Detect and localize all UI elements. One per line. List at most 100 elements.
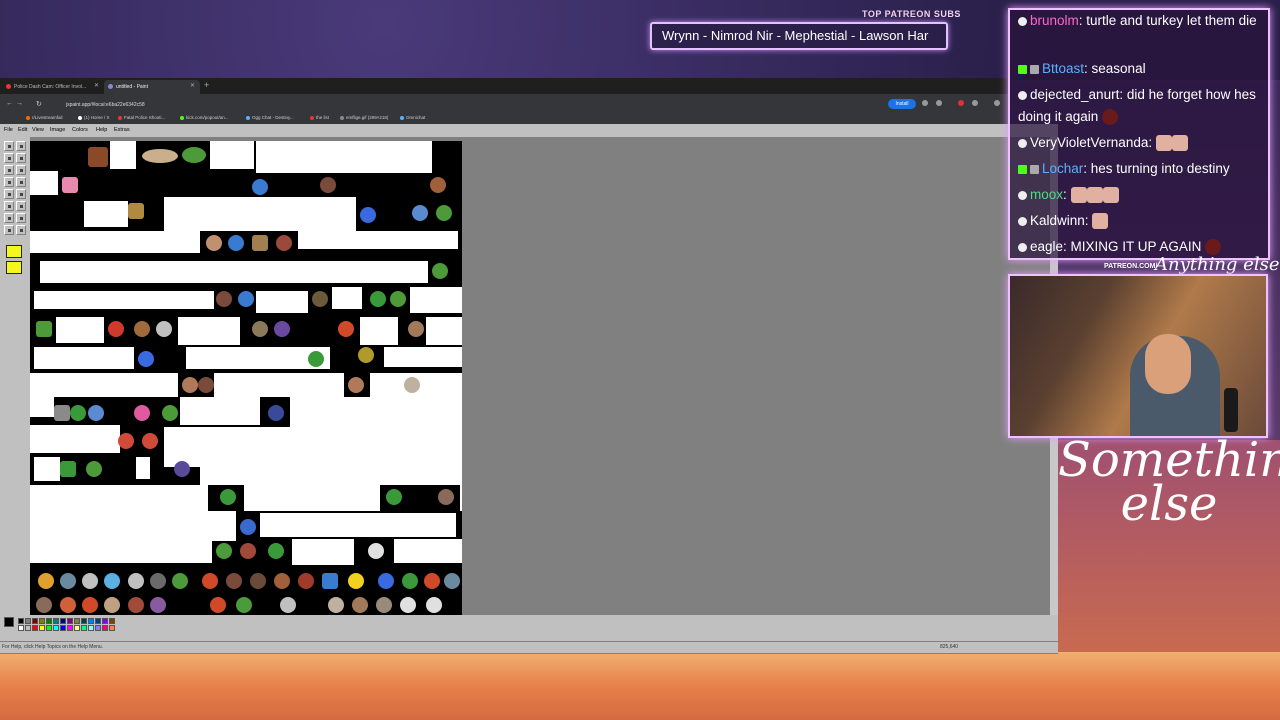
color-swatch[interactable] <box>32 625 38 631</box>
bookmark-item[interactable]: emflige.gif (299×218) <box>340 115 388 120</box>
airbrush-tool[interactable] <box>4 189 14 199</box>
pick-color-tool[interactable] <box>4 165 14 175</box>
color-swatch[interactable] <box>32 618 38 624</box>
extra-tool-1[interactable] <box>6 245 22 258</box>
rounded-rectangle-tool[interactable] <box>16 225 26 235</box>
close-icon[interactable]: ✕ <box>94 82 99 89</box>
search-icon[interactable] <box>922 100 928 106</box>
bookmark-item[interactable]: kick.com/popout/an... <box>180 115 229 120</box>
emote-icon <box>82 597 98 613</box>
polygon-tool[interactable] <box>16 213 26 223</box>
color-swatch[interactable] <box>67 625 73 631</box>
bookmark-item[interactable]: Ogg Chat - Destiny... <box>246 115 294 120</box>
emote-icon <box>142 433 158 449</box>
new-tab-icon[interactable]: + <box>204 80 209 90</box>
magnifier-tool[interactable] <box>16 165 26 175</box>
rectangle-tool[interactable] <box>4 213 14 223</box>
emote-icon <box>1171 135 1188 152</box>
color-swatch[interactable] <box>18 625 24 631</box>
color-swatch[interactable] <box>46 625 52 631</box>
install-button[interactable]: Install <box>888 99 916 109</box>
eraser-tool[interactable] <box>4 153 14 163</box>
color-swatch[interactable] <box>109 625 115 631</box>
curve-tool[interactable] <box>16 201 26 211</box>
color-swatch[interactable] <box>18 618 24 624</box>
menu-colors[interactable]: Colors <box>72 127 88 133</box>
color-swatch[interactable] <box>53 625 59 631</box>
emote-icon <box>358 347 374 363</box>
user-badge-icon <box>1018 190 1027 200</box>
brush-tool[interactable] <box>16 177 26 187</box>
pencil-tool[interactable] <box>4 177 14 187</box>
color-swatch[interactable] <box>74 625 80 631</box>
emote-icon <box>424 573 440 589</box>
color-swatch[interactable] <box>46 618 52 624</box>
menu-image[interactable]: Image <box>50 127 65 133</box>
chat-message: moox: <box>1018 184 1270 206</box>
emote-icon <box>206 235 222 251</box>
emote-icon <box>250 573 266 589</box>
color-swatch[interactable] <box>95 625 101 631</box>
color-swatch[interactable] <box>81 625 87 631</box>
free-select-tool[interactable] <box>4 141 14 151</box>
color-swatch[interactable] <box>88 625 94 631</box>
emote-icon <box>216 291 232 307</box>
extra-tool-2[interactable] <box>6 261 22 274</box>
url-field[interactable]: jspaint.app/#local:e6ba22e6342c58 <box>30 99 870 110</box>
color-swatch[interactable] <box>102 618 108 624</box>
emote-icon <box>376 597 392 613</box>
text-tool[interactable] <box>16 189 26 199</box>
emote-icon <box>298 573 314 589</box>
bookmark-item[interactable]: the list <box>310 115 329 120</box>
color-swatch[interactable] <box>60 618 66 624</box>
extensions-icon[interactable] <box>972 100 978 106</box>
menu-extras[interactable]: Extras <box>114 127 130 133</box>
menu-icon[interactable] <box>994 100 1000 106</box>
color-swatch[interactable] <box>88 618 94 624</box>
fill-tool[interactable] <box>16 153 26 163</box>
select-tool[interactable] <box>16 141 26 151</box>
emote-icon <box>220 489 236 505</box>
color-swatch[interactable] <box>39 625 45 631</box>
color-swatch[interactable] <box>25 618 31 624</box>
emote-icon <box>1102 187 1119 204</box>
color-swatch[interactable] <box>74 618 80 624</box>
emote-icon <box>150 573 166 589</box>
emote-icon <box>308 351 324 367</box>
emote-icon <box>60 573 76 589</box>
color-swatch[interactable] <box>39 618 45 624</box>
user-badge-icon <box>1018 138 1027 148</box>
color-swatch[interactable] <box>25 625 31 631</box>
color-swatch[interactable] <box>53 618 59 624</box>
color-swatch[interactable] <box>81 618 87 624</box>
menu-view[interactable]: View <box>32 127 44 133</box>
drawing-canvas[interactable] <box>30 141 462 617</box>
menu-file[interactable]: File <box>4 127 13 133</box>
user-badge-icon <box>1018 16 1027 26</box>
user-badge-icon <box>1018 242 1027 252</box>
emote-icon <box>438 489 454 505</box>
color-swatch[interactable] <box>95 618 101 624</box>
bookmark-item[interactable]: Fatal Police Shooti... <box>118 115 165 120</box>
close-icon[interactable]: ✕ <box>190 82 195 89</box>
bookmark-item[interactable]: r/Livestreamfail <box>26 115 63 120</box>
forward-icon[interactable]: → <box>16 100 23 107</box>
menu-edit[interactable]: Edit <box>18 127 27 133</box>
color-swatch[interactable] <box>109 618 115 624</box>
bookmark-item[interactable]: (1) Home / X <box>78 115 110 120</box>
tab-paint[interactable]: untitled - Paint <box>104 80 200 94</box>
bookmark-item[interactable]: Omnichat <box>400 115 425 120</box>
color-swatch[interactable] <box>67 618 73 624</box>
status-text: For Help, click Help Topics on the Help … <box>2 644 104 650</box>
current-color-swatch[interactable] <box>4 617 14 627</box>
ellipse-tool[interactable] <box>4 225 14 235</box>
color-swatch[interactable] <box>102 625 108 631</box>
menu-help[interactable]: Help <box>96 127 107 133</box>
extension-icon[interactable] <box>958 100 964 106</box>
bookmark-star-icon[interactable] <box>936 100 942 106</box>
line-tool[interactable] <box>4 201 14 211</box>
color-swatch[interactable] <box>60 625 66 631</box>
emote-icon <box>198 377 214 393</box>
emote-icon <box>432 263 448 279</box>
back-icon[interactable]: ← <box>6 100 13 107</box>
